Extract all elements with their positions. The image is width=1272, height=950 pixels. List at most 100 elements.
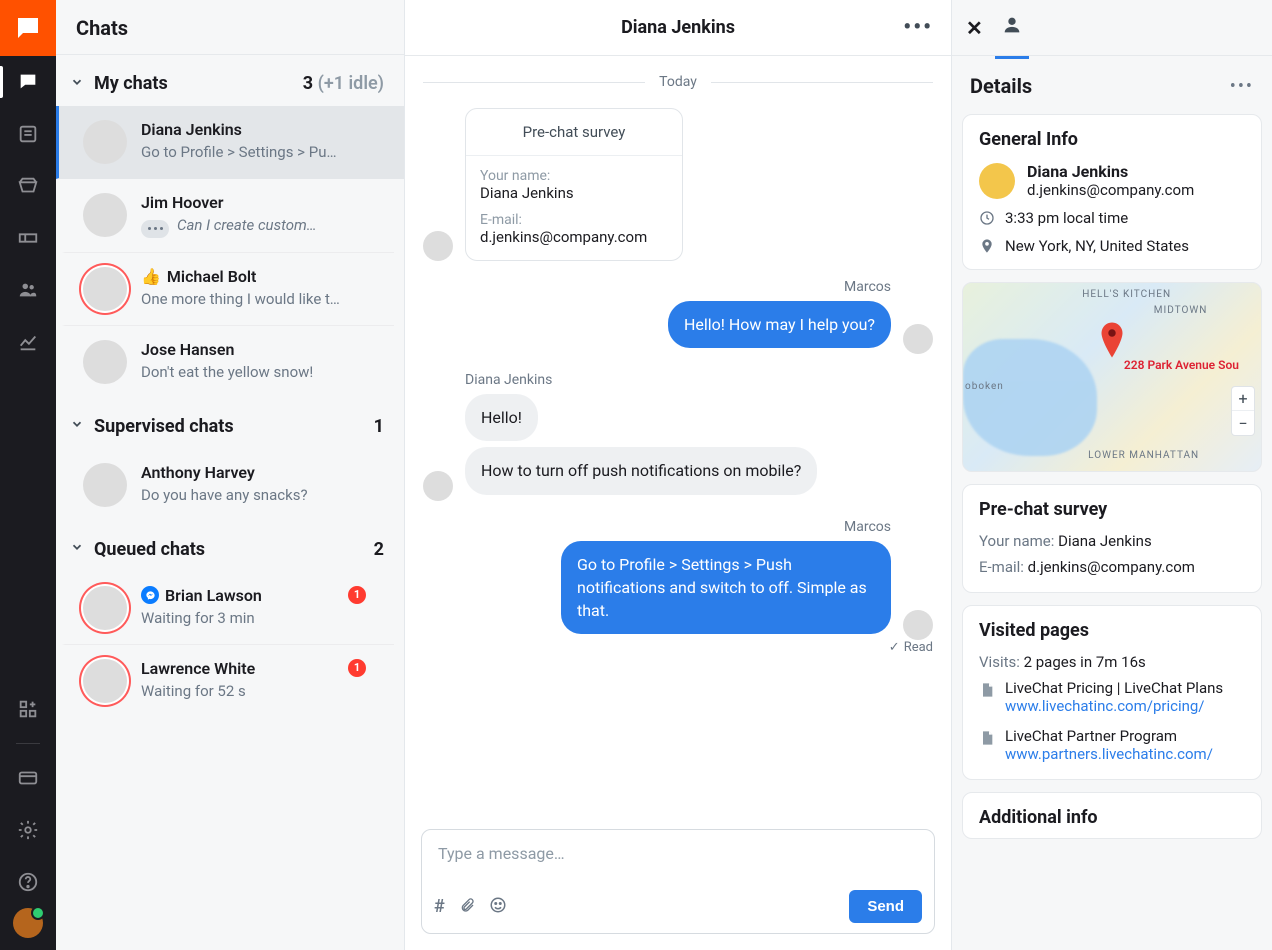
chat-item-preview: Do you have any snacks?: [141, 486, 341, 504]
avatar: [83, 463, 127, 507]
section-count: 3 (+1 idle): [303, 73, 384, 94]
message-bubble: Hello!: [465, 394, 538, 441]
chat-item-michael[interactable]: 👍Michael Bolt One more thing I would lik…: [62, 253, 394, 326]
chat-item-preview: One more thing I would like to a…: [141, 290, 341, 308]
conversation-title: Diana Jenkins: [621, 17, 735, 38]
avatar: [423, 471, 453, 501]
nav-tickets-icon[interactable]: [0, 212, 56, 264]
messenger-icon: [141, 586, 159, 604]
map-address: 228 Park Avenue Sou: [1124, 358, 1239, 372]
message-input[interactable]: Type a message…: [422, 830, 934, 882]
hashtag-icon[interactable]: #: [434, 896, 445, 917]
nav-settings-icon[interactable]: [0, 804, 56, 856]
general-info-card: General Info Diana Jenkins d.jenkins@com…: [962, 114, 1262, 270]
clock-icon: [979, 210, 995, 226]
unread-badge: 1: [348, 659, 366, 677]
map-pin-icon: [1098, 322, 1126, 362]
chat-item-preview: Waiting for 3 min: [141, 609, 341, 627]
message-row: Diana Jenkins Hello! How to turn off pus…: [423, 372, 933, 500]
card-heading: Visited pages: [979, 620, 1245, 641]
app-logo[interactable]: [0, 0, 56, 56]
day-divider: Today: [423, 74, 933, 90]
chevron-down-icon: [70, 75, 84, 93]
chat-item-jim[interactable]: Jim Hoover Can I create custom…: [62, 179, 394, 253]
location-icon: [979, 238, 995, 254]
more-options-icon[interactable]: •••: [903, 15, 933, 40]
visited-pages-card: Visited pages Visits: 2 pages in 7m 16s …: [962, 605, 1262, 780]
message-bubble: Go to Profile > Settings > Push notifica…: [561, 541, 891, 635]
message-bubble: Hello! How may I help you?: [668, 301, 891, 348]
card-heading: Pre-chat survey: [979, 499, 1245, 520]
attachment-icon[interactable]: [459, 896, 475, 918]
chat-item-jose[interactable]: Jose Hansen Don't eat the yellow snow!: [62, 326, 394, 398]
page-icon: [979, 729, 995, 747]
nav-archive-icon[interactable]: [0, 160, 56, 212]
details-title: Details: [970, 74, 1230, 98]
nav-reports-icon[interactable]: [0, 316, 56, 368]
customer-name: Diana Jenkins: [1027, 162, 1194, 181]
avatar: [83, 340, 127, 384]
section-queued[interactable]: Queued chats 2: [56, 521, 404, 572]
prechat-survey-card: Pre-chat survey Your name: Diana Jenkins…: [962, 484, 1262, 593]
person-tab-icon[interactable]: [1001, 14, 1023, 42]
typing-indicator-icon: [141, 220, 169, 238]
read-receipt: ✓Read: [423, 640, 933, 655]
card-heading: General Info: [979, 129, 1245, 150]
chat-item-preview: Can I create custom…: [141, 216, 341, 238]
details-panel: ✕ Details ••• General Info Diana Jenkins…: [952, 0, 1272, 950]
nav-rail: [0, 0, 56, 950]
nav-team-icon[interactable]: [0, 264, 56, 316]
survey-title: Pre-chat survey: [466, 109, 682, 155]
nav-help-icon[interactable]: [0, 856, 56, 908]
chat-item-name: Brian Lawson: [141, 586, 348, 605]
message-sender: Marcos: [844, 519, 891, 535]
zoom-in-button[interactable]: +: [1232, 387, 1254, 411]
chat-list-sidebar: Chats My chats 3 (+1 idle) Diana Jenkins…: [56, 0, 405, 950]
section-my-chats[interactable]: My chats 3 (+1 idle): [56, 55, 404, 106]
avatar: [423, 231, 453, 261]
chat-item-name: Anthony Harvey: [141, 463, 376, 482]
chat-item-brian[interactable]: Brian Lawson Waiting for 3 min 1: [62, 572, 394, 645]
section-label: Supervised chats: [94, 416, 374, 437]
message-thread[interactable]: Today Pre-chat survey Your name: Diana J…: [405, 56, 951, 817]
message-row: Marcos Hello! How may I help you?: [423, 279, 933, 354]
visited-page-item[interactable]: LiveChat Partner Programwww.partners.liv…: [979, 727, 1245, 763]
conversation-panel: Diana Jenkins ••• Today Pre-chat survey …: [405, 0, 952, 950]
section-count: 2: [374, 539, 384, 560]
nav-apps-icon[interactable]: [0, 683, 56, 735]
avatar: [83, 659, 127, 703]
nav-list-icon[interactable]: [0, 108, 56, 160]
more-options-icon[interactable]: •••: [1230, 76, 1254, 97]
avatar: [903, 610, 933, 640]
section-count: 1: [374, 416, 384, 437]
message-bubble: How to turn off push notifications on mo…: [465, 447, 817, 494]
chat-item-diana[interactable]: Diana Jenkins Go to Profile > Settings >…: [56, 106, 404, 179]
avatar: [83, 586, 127, 630]
nav-billing-icon[interactable]: [0, 752, 56, 804]
send-button[interactable]: Send: [849, 890, 922, 923]
nav-chats-icon[interactable]: [0, 56, 56, 108]
emoji-icon[interactable]: [489, 896, 507, 918]
map-zoom: + −: [1231, 386, 1255, 436]
zoom-out-button[interactable]: −: [1232, 411, 1254, 435]
customer-email: d.jenkins@company.com: [1027, 181, 1194, 199]
chat-item-name: Jim Hoover: [141, 193, 376, 212]
chat-item-preview: Waiting for 52 s: [141, 682, 341, 700]
chevron-down-icon: [70, 417, 84, 435]
avatar: [83, 267, 127, 311]
thumbs-up-icon: 👍: [141, 267, 161, 286]
message-row: Marcos Go to Profile > Settings > Push n…: [423, 519, 933, 641]
chevron-down-icon: [70, 540, 84, 558]
location-map[interactable]: HELL'S KITCHEN MIDTOWN LOWER MANHATTAN o…: [962, 282, 1262, 472]
section-supervised[interactable]: Supervised chats 1: [56, 398, 404, 449]
close-icon[interactable]: ✕: [966, 16, 983, 40]
visited-page-item[interactable]: LiveChat Pricing | LiveChat Planswww.liv…: [979, 679, 1245, 715]
sidebar-title: Chats: [56, 0, 404, 55]
chat-item-lawrence[interactable]: Lawrence White Waiting for 52 s 1: [62, 645, 394, 717]
self-avatar[interactable]: [13, 908, 43, 938]
section-label: My chats: [94, 73, 303, 94]
chat-item-name: 👍Michael Bolt: [141, 267, 376, 286]
chat-item-anthony[interactable]: Anthony Harvey Do you have any snacks?: [62, 449, 394, 521]
avatar: [83, 193, 127, 237]
section-label: Queued chats: [94, 539, 374, 560]
